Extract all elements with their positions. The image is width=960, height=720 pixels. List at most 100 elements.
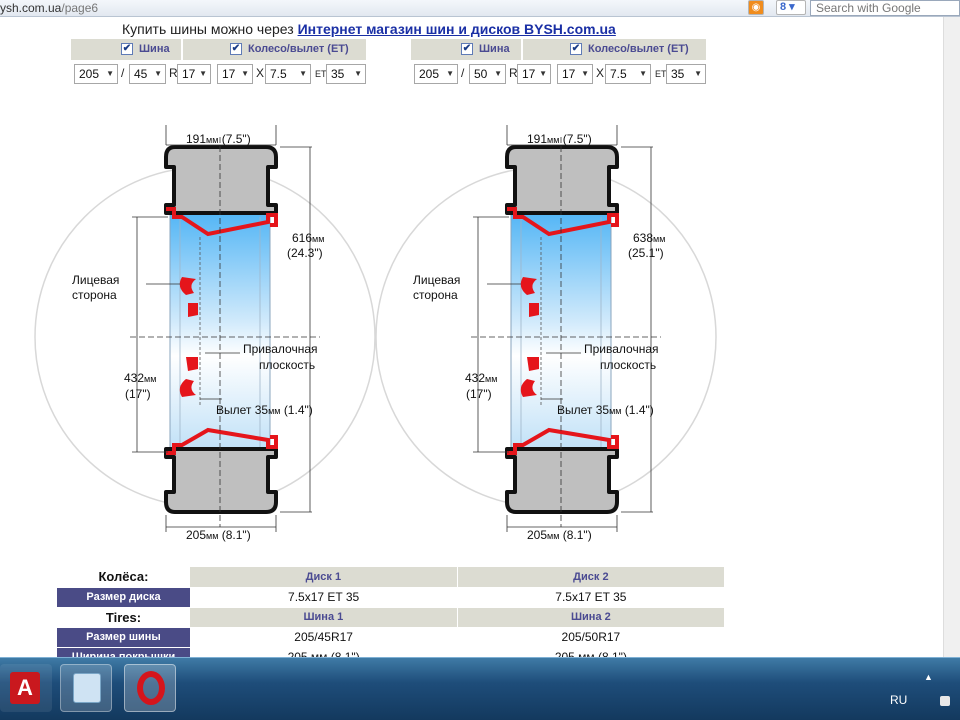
wheel-header-2[interactable]: ✔ Колесо/вылет (ET) <box>523 39 706 60</box>
mount-label-2a: Привалочная <box>584 342 659 356</box>
disk1-header: Диск 1 <box>190 567 458 588</box>
rim-width-value-2: 7.5 <box>610 67 627 81</box>
rim-diameter-value-2: 17 <box>562 67 576 81</box>
search-engine-icon[interactable]: 8 ▾ <box>776 0 806 15</box>
chevron-down-icon: ▼ <box>106 69 114 78</box>
width-value-2: 205 <box>419 67 440 81</box>
chevron-down-icon: ▼ <box>539 69 547 78</box>
rim-dia-in-2: (17") <box>466 387 492 401</box>
buy-line: Купить шины можно через Интернет магазин… <box>122 21 616 37</box>
face-label-1b: сторона <box>72 288 117 302</box>
slash-sep-2: / <box>461 66 465 80</box>
disk-size-2: 7.5x17 ET 35 <box>457 587 725 608</box>
rss-feed-icon[interactable]: ◉ <box>748 0 764 15</box>
chevron-down-icon: ▼ <box>694 69 702 78</box>
profile-select-2[interactable]: 50 ▼ <box>469 64 506 84</box>
tire-size-1: 205/45R17 <box>190 627 458 648</box>
wheel-section-2 <box>374 123 718 534</box>
chevron-down-icon: ▼ <box>299 69 307 78</box>
tray-expand-icon[interactable]: ▲ <box>924 672 933 682</box>
wheel-label-1: Колесо/вылет (ET) <box>248 43 349 55</box>
wheels-section-label: Колёса: <box>57 567 190 588</box>
buy-text: Купить шины можно через <box>122 21 294 37</box>
wheel-checkbox-2[interactable]: ✔ <box>570 43 582 56</box>
tires-section-label: Tires: <box>57 607 190 628</box>
profile-select-1[interactable]: 45 ▼ <box>129 64 166 84</box>
wheel-diagrams: 191мм (7.5") 616мм (24.3") Лицевая сторо… <box>33 123 718 542</box>
tread-width-1: 205 мм (8.1") <box>190 647 458 657</box>
rim-diameter-value-1: 17 <box>222 67 236 81</box>
rim-dia-val-2: 432мм <box>465 371 497 385</box>
tire-header-2[interactable]: ✔ Шина <box>411 39 521 60</box>
x-sep-1: X <box>256 66 265 80</box>
rim-width-dim-1: 191мм (7.5") <box>186 132 251 146</box>
face-label-2b: сторона <box>413 288 458 302</box>
mount-label-2b: плоскость <box>600 358 656 372</box>
table-row: Ширина покрышки 205 мм (8.1") 205 мм (8.… <box>57 647 725 657</box>
disk-size-label: Размер диска <box>57 587 190 608</box>
offset-label-1: Вылет 35мм (1.4") <box>216 403 313 417</box>
et-sep-2: ET <box>655 69 667 79</box>
tray-flag-icon[interactable] <box>940 696 950 706</box>
et-select-2[interactable]: 35 ▼ <box>666 64 706 84</box>
engine-glyph: 8 <box>780 1 787 13</box>
table-row: Размер диска 7.5x17 ET 35 7.5x17 ET 35 <box>57 587 725 608</box>
et-value-2: 35 <box>671 67 685 81</box>
table-row: Колёса: Диск 1 Диск 2 <box>57 567 726 588</box>
rim-diameter-select-1[interactable]: 17 ▼ <box>217 64 253 84</box>
profile-value-2: 50 <box>474 67 488 81</box>
et-value-1: 35 <box>331 67 345 81</box>
chevron-down-icon: ▼ <box>446 69 454 78</box>
chevron-down-icon: ▼ <box>241 69 249 78</box>
pdf-icon: A <box>10 672 40 704</box>
tire-checkbox-1[interactable]: ✔ <box>121 43 133 56</box>
tire-label-1: Шина <box>139 43 170 55</box>
rim-width-value-1: 7.5 <box>270 67 287 81</box>
width-select-2[interactable]: 205 ▼ <box>414 64 458 84</box>
diameter-value-2: 17 <box>522 67 536 81</box>
table-row: Tires: Шина 1 Шина 2 <box>57 607 726 628</box>
table-row: Размер шины 205/45R17 205/50R17 <box>57 627 725 648</box>
wheel-header-1[interactable]: ✔ Колесо/вылет (ET) <box>183 39 366 60</box>
tire-size-2: 205/50R17 <box>457 627 725 648</box>
rim-diameter-select-2[interactable]: 17 ▼ <box>557 64 593 84</box>
search-input[interactable]: Search with Google <box>810 0 960 16</box>
tire-size-label: Размер шины <box>57 627 190 648</box>
x-sep-2: X <box>596 66 605 80</box>
chevron-down-icon: ▼ <box>199 69 207 78</box>
wheel-checkbox-1[interactable]: ✔ <box>230 43 242 56</box>
tire-checkbox-2[interactable]: ✔ <box>461 43 473 56</box>
rim-width-select-1[interactable]: 7.5 ▼ <box>265 64 311 84</box>
control-panel-button[interactable] <box>60 664 112 712</box>
diameter-select-2[interactable]: 17 ▼ <box>517 64 551 84</box>
vertical-scrollbar[interactable] <box>943 17 960 657</box>
address-bar[interactable]: ysh.com.ua/page6 <box>0 1 98 15</box>
language-indicator[interactable]: RU <box>890 693 907 707</box>
et-sep-1: ET <box>315 69 327 79</box>
tire2-header: Шина 2 <box>457 607 726 628</box>
pdf-reader-button[interactable]: A <box>0 664 52 712</box>
mount-label-1b: плоскость <box>259 358 315 372</box>
tire-label-2: Шина <box>479 43 510 55</box>
tire-header-1[interactable]: ✔ Шина <box>71 39 181 60</box>
overall-dim-in-2: (25.1") <box>628 246 664 260</box>
wheel-section-1 <box>33 123 377 534</box>
mount-label-1a: Привалочная <box>243 342 318 356</box>
opera-icon <box>137 671 165 705</box>
offset-label-2: Вылет 35мм (1.4") <box>557 403 654 417</box>
chevron-down-icon: ▼ <box>154 69 162 78</box>
shop-link[interactable]: Интернет магазин шин и дисков BYSH.com.u… <box>298 21 616 37</box>
overall-dim-in-1: (24.3") <box>287 246 323 260</box>
rim-width-select-2[interactable]: 7.5 ▼ <box>605 64 651 84</box>
url-host: ysh.com.ua <box>0 1 62 15</box>
opera-browser-button[interactable] <box>124 664 176 712</box>
width-value-1: 205 <box>79 67 100 81</box>
rim-dia-in-1: (17") <box>125 387 151 401</box>
et-select-1[interactable]: 35 ▼ <box>326 64 366 84</box>
tread-width-label: Ширина покрышки <box>57 647 190 657</box>
diameter-select-1[interactable]: 17 ▼ <box>177 64 211 84</box>
rim-dia-val-1: 432мм <box>124 371 156 385</box>
chevron-down-icon: ▼ <box>581 69 589 78</box>
browser-toolbar: ysh.com.ua/page6 ◉ 8 ▾ Search with Googl… <box>0 0 960 17</box>
width-select-1[interactable]: 205 ▼ <box>74 64 118 84</box>
